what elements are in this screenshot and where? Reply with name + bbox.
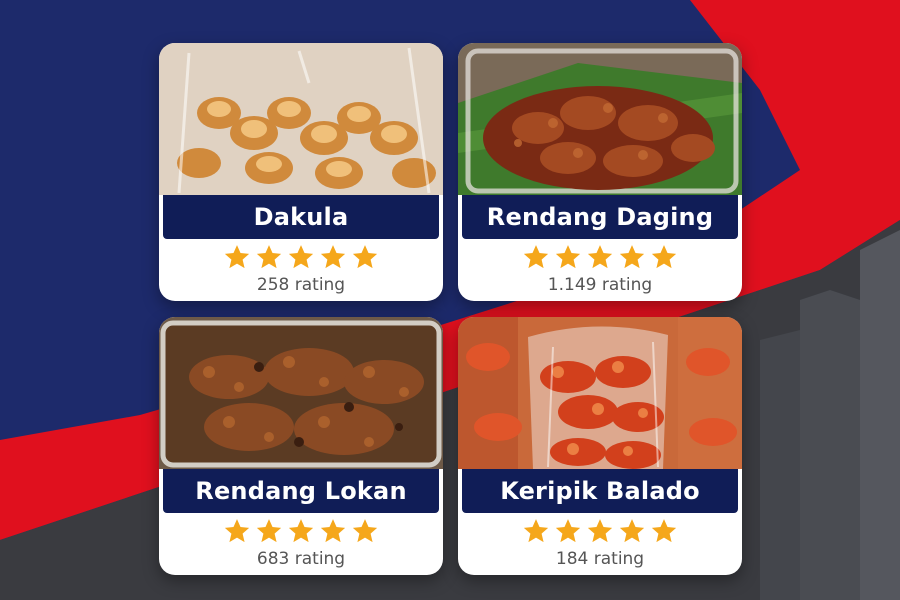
star-icon (650, 517, 678, 545)
star-icon (287, 517, 315, 545)
rating-count: 1.149 rating (547, 275, 653, 295)
star-icon (522, 517, 550, 545)
star-icon (586, 517, 614, 545)
dakula-crackers-photo (159, 43, 443, 195)
product-name-bar: Keripik Balado (462, 469, 738, 513)
star-icon (287, 243, 315, 271)
product-name: Rendang Daging (486, 203, 714, 231)
rendang-lokan-photo (159, 317, 443, 469)
product-card-rendang-lokan[interactable]: Rendang Lokan 683 rating (159, 317, 443, 575)
product-card-rendang-daging[interactable]: Rendang Daging 1.149 rating (458, 43, 742, 301)
star-rating (159, 241, 443, 273)
product-name: Rendang Lokan (195, 477, 407, 505)
star-icon (319, 243, 347, 271)
star-icon (650, 243, 678, 271)
product-grid: Dakula 258 rating Rendang Daging 1.149 r… (0, 0, 900, 600)
star-icon (618, 517, 646, 545)
star-icon (255, 243, 283, 271)
product-name: Dakula (253, 203, 349, 231)
product-card-dakula[interactable]: Dakula 258 rating (159, 43, 443, 301)
product-card-keripik-balado[interactable]: Keripik Balado 184 rating (458, 317, 742, 575)
star-icon (554, 517, 582, 545)
star-icon (522, 243, 550, 271)
rendang-daging-photo (458, 43, 742, 195)
star-icon (223, 517, 251, 545)
product-name: Keripik Balado (500, 477, 700, 505)
rating-count: 258 rating (256, 275, 346, 295)
star-icon (223, 243, 251, 271)
keripik-balado-photo (458, 317, 742, 469)
star-icon (554, 243, 582, 271)
star-icon (618, 243, 646, 271)
star-icon (586, 243, 614, 271)
star-rating (159, 515, 443, 547)
product-name-bar: Rendang Daging (462, 195, 738, 239)
star-icon (351, 243, 379, 271)
product-name-bar: Dakula (163, 195, 439, 239)
star-icon (255, 517, 283, 545)
rating-count: 184 rating (555, 549, 645, 569)
star-rating (458, 241, 742, 273)
rating-count: 683 rating (256, 549, 346, 569)
product-name-bar: Rendang Lokan (163, 469, 439, 513)
star-icon (319, 517, 347, 545)
star-rating (458, 515, 742, 547)
star-icon (351, 517, 379, 545)
